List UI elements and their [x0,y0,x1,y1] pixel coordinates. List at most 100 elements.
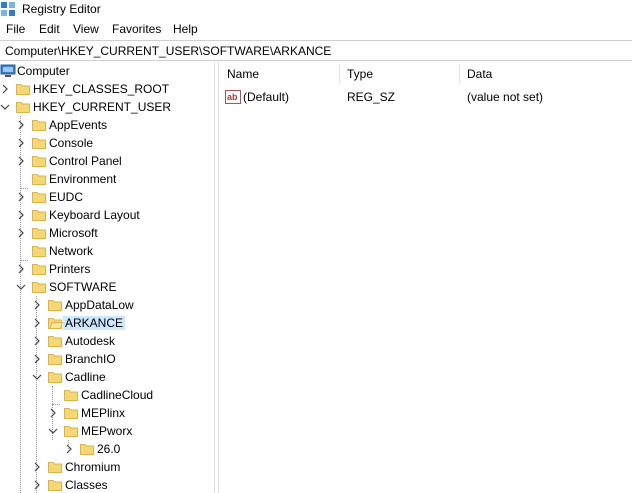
menu-favorites[interactable]: Favorites [111,22,162,37]
chevron-down-icon[interactable] [16,282,26,292]
folder-icon [63,423,79,439]
string-value-icon: ab [225,89,241,105]
folder-icon [31,243,47,259]
chevron-right-icon[interactable] [0,84,10,94]
chevron-right-icon[interactable] [16,156,26,166]
chevron-right-icon[interactable] [16,228,26,238]
tree-node-arkance[interactable]: ARKANCE [0,314,214,332]
tree-node-label[interactable]: MEPworx [79,424,134,438]
tree-node-cadlinecloud[interactable]: CadlineCloud [0,386,214,404]
tree-node-label[interactable]: Classes [63,478,110,492]
column-header-name[interactable]: Name [219,62,339,86]
tree-node-meplinx[interactable]: MEPlinx [0,404,214,422]
open-folder-icon [47,315,64,331]
tree-node-label[interactable]: AppEvents [47,118,109,132]
tree-node-26-0[interactable]: 26.0 [0,440,214,458]
chevron-right-icon[interactable] [32,462,42,472]
chevron-right-icon[interactable] [16,138,26,148]
computer-icon [0,63,16,79]
tree-node-printers[interactable]: Printers [0,260,214,278]
menu-bar: File Edit View Favorites Help [0,19,632,40]
tree-node-label[interactable]: ARKANCE [63,316,126,330]
values-list[interactable]: Name Type Data ab (Default) REG_SZ (valu… [219,62,632,493]
tree-node-branchio[interactable]: BranchIO [0,350,214,368]
tree-node-label[interactable]: MEPlinx [79,406,127,420]
tree-node-label[interactable]: 26.0 [95,442,122,456]
tree-node-console[interactable]: Console [0,134,214,152]
tree-node-label[interactable]: EUDC [47,190,85,204]
title-bar: Registry Editor [0,0,632,19]
tree-node-classes[interactable]: Classes [0,476,214,493]
chevron-right-icon[interactable] [16,120,26,130]
value-type: REG_SZ [347,90,396,104]
menu-edit[interactable]: Edit [38,22,61,37]
chevron-right-icon[interactable] [32,318,42,328]
chevron-right-icon[interactable] [64,444,74,454]
tree-node-keyboard-layout[interactable]: Keyboard Layout [0,206,214,224]
tree-node-autodesk[interactable]: Autodesk [0,332,214,350]
tree-node-label[interactable]: Keyboard Layout [47,208,142,222]
chevron-right-icon[interactable] [32,354,42,364]
tree-node-cadline[interactable]: Cadline [0,368,214,386]
key-tree[interactable]: Computer HKEY_CLASSES_ROOT HKEY_CURRENT_… [0,62,214,493]
folder-icon [47,333,63,349]
value-data: (value not set) [467,90,544,104]
chevron-right-icon[interactable] [16,192,26,202]
tree-node-label[interactable]: HKEY_CLASSES_ROOT [31,82,171,96]
tree-node-software[interactable]: SOFTWARE [0,278,214,296]
tree-node-label[interactable]: Autodesk [63,334,117,348]
registry-editor-icon [0,1,16,17]
tree-node-label[interactable]: Microsoft [47,226,100,240]
menu-view[interactable]: View [72,22,100,37]
chevron-right-icon[interactable] [32,300,42,310]
tree-node-control-panel[interactable]: Control Panel [0,152,214,170]
tree-node-hkey-classes-root[interactable]: HKEY_CLASSES_ROOT [0,80,214,98]
tree-node-environment[interactable]: Environment [0,170,214,188]
address-bar[interactable]: Computer\HKEY_CURRENT_USER\SOFTWARE\ARKA… [0,40,632,61]
tree-node-chromium[interactable]: Chromium [0,458,214,476]
folder-icon [15,99,31,115]
chevron-right-icon[interactable] [48,408,58,418]
address-path[interactable]: Computer\HKEY_CURRENT_USER\SOFTWARE\ARKA… [5,44,331,58]
tree-node-label[interactable]: Computer [15,64,72,78]
tree-node-eudc[interactable]: EUDC [0,188,214,206]
menu-file[interactable]: File [5,22,26,37]
tree-node-mepworx[interactable]: MEPworx [0,422,214,440]
tree-node-hkey-current-user[interactable]: HKEY_CURRENT_USER [0,98,214,116]
chevron-right-icon[interactable] [32,336,42,346]
chevron-down-icon[interactable] [0,102,10,112]
folder-icon [63,387,79,403]
tree-node-network[interactable]: Network [0,242,214,260]
folder-icon [31,279,47,295]
tree-node-label[interactable]: CadlineCloud [79,388,155,402]
column-header-data[interactable]: Data [459,62,632,86]
tree-node-label[interactable]: Environment [47,172,118,186]
value-row[interactable]: ab (Default) REG_SZ (value not set) [219,88,632,106]
tree-node-label[interactable]: HKEY_CURRENT_USER [31,100,173,114]
chevron-right-icon[interactable] [16,264,26,274]
tree-node-label[interactable]: Printers [47,262,92,276]
folder-icon [31,207,47,223]
tree-node-label[interactable]: Cadline [63,370,108,384]
tree-node-appdatalow[interactable]: AppDataLow [0,296,214,314]
folder-icon [47,351,63,367]
chevron-down-icon[interactable] [32,372,42,382]
chevron-down-icon[interactable] [48,426,58,436]
tree-node-label[interactable]: BranchIO [63,352,118,366]
folder-icon [79,441,95,457]
folder-icon [31,171,47,187]
tree-node-label[interactable]: Console [47,136,95,150]
tree-node-label[interactable]: AppDataLow [63,298,136,312]
tree-node-label[interactable]: SOFTWARE [47,280,119,294]
menu-help[interactable]: Help [172,22,199,37]
tree-node-label[interactable]: Chromium [63,460,122,474]
tree-node-microsoft[interactable]: Microsoft [0,224,214,242]
folder-icon [63,405,79,421]
column-header-type[interactable]: Type [339,62,459,86]
tree-node-appevents[interactable]: AppEvents [0,116,214,134]
tree-node-label[interactable]: Control Panel [47,154,124,168]
chevron-right-icon[interactable] [32,480,42,490]
tree-root-computer[interactable]: Computer [0,62,214,80]
tree-node-label[interactable]: Network [47,244,95,258]
chevron-right-icon[interactable] [16,210,26,220]
